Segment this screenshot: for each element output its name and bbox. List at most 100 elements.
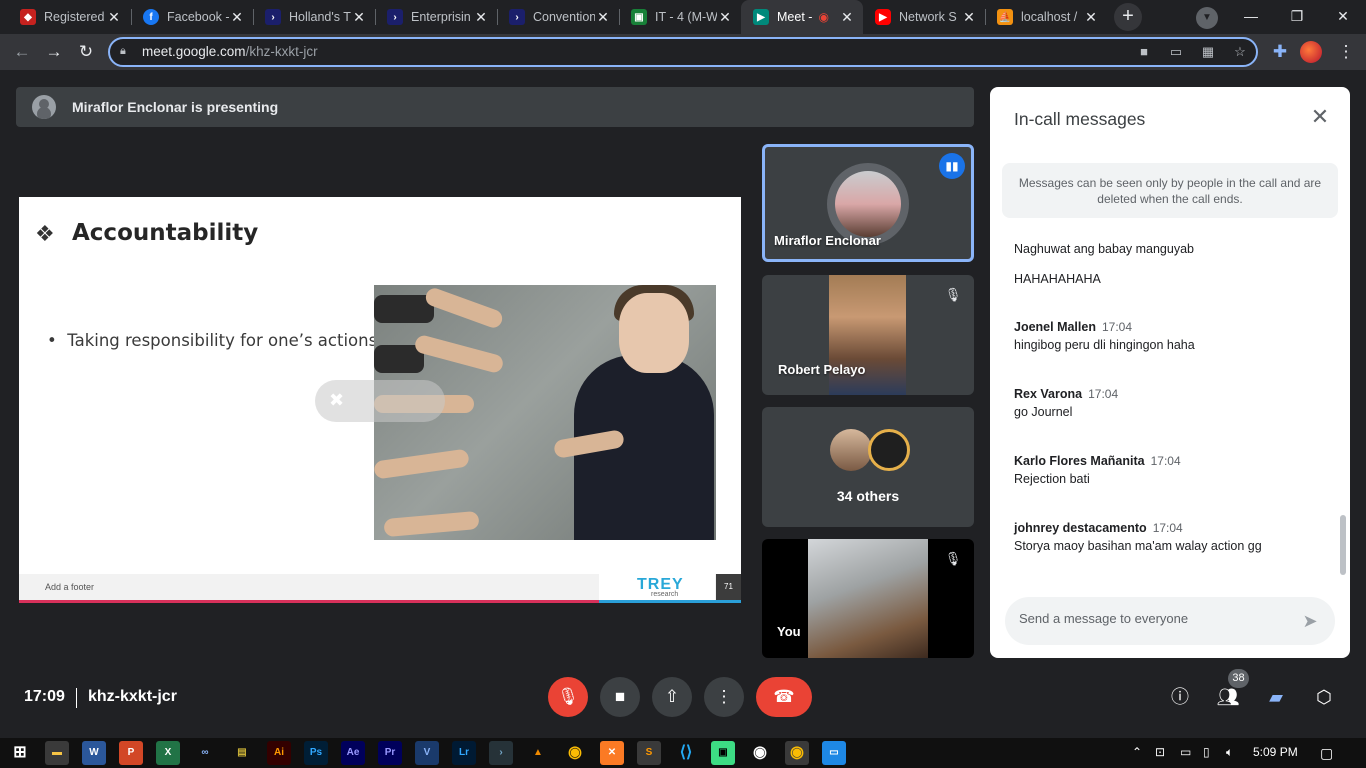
close-icon[interactable]: ✕ xyxy=(839,9,855,26)
slide-page-number: 71 xyxy=(716,574,741,600)
chrome-active-icon[interactable]: ◉ xyxy=(785,741,809,765)
close-icon[interactable]: ✕ xyxy=(961,9,977,26)
premiere-icon[interactable]: Pr xyxy=(378,741,402,765)
lock-icon: 🔒︎ xyxy=(120,45,126,57)
people-count-badge: 38 xyxy=(1228,669,1249,688)
apps-icon[interactable]: ▦ xyxy=(1198,44,1218,62)
profile-avatar[interactable] xyxy=(1300,41,1322,63)
photos-icon[interactable]: ▭ xyxy=(822,741,846,765)
browser-tab[interactable]: ◆ Registered ✕ xyxy=(8,0,130,34)
terminal-icon[interactable]: › xyxy=(489,741,513,765)
mic-off-button[interactable]: 🎙︎ xyxy=(548,677,588,717)
browser-tab[interactable]: › Convention ✕ xyxy=(497,0,619,34)
presentation-controls-overlay[interactable]: ✖ xyxy=(315,380,445,422)
infinity-app-icon[interactable]: ∞ xyxy=(193,741,217,765)
minimize-icon[interactable]: — xyxy=(1228,0,1274,32)
illustrator-icon[interactable]: Ai xyxy=(267,741,291,765)
close-icon[interactable]: ✕ xyxy=(595,9,611,26)
close-icon[interactable]: ✕ xyxy=(351,9,367,26)
tab-search-icon[interactable]: ▼ xyxy=(1196,7,1218,29)
battery-icon[interactable]: ▭ xyxy=(1180,745,1191,759)
moodle-icon: › xyxy=(265,9,281,25)
activities-icon[interactable]: ⬡ xyxy=(1311,684,1337,710)
message-input[interactable] xyxy=(1019,611,1279,626)
address-bar[interactable]: 🔒︎ meet.google.com/khz-kxkt-jcr ■ ▭ ▦ ☆ xyxy=(108,37,1258,67)
cast-icon[interactable]: ▭ xyxy=(1166,44,1186,62)
self-video xyxy=(808,539,928,658)
present-screen-button[interactable]: ⇧ xyxy=(652,677,692,717)
close-icon[interactable]: ✕ xyxy=(717,9,733,26)
file-explorer-icon[interactable]: ▬ xyxy=(45,741,69,765)
chrome-icon[interactable]: ◉ xyxy=(563,741,587,765)
tab-title: Network S xyxy=(899,10,957,24)
browser-tab[interactable]: f Facebook - ✕ xyxy=(131,0,253,34)
unpin-icon[interactable]: ✖ xyxy=(329,390,344,411)
close-icon[interactable]: ✕ xyxy=(1083,9,1099,26)
participant-tile[interactable]: 🎙︎ Robert Pelayo xyxy=(762,275,974,395)
security-icon[interactable]: ⊡ xyxy=(1155,745,1165,759)
after-effects-icon[interactable]: Ae xyxy=(341,741,365,765)
camera-button[interactable]: ■ xyxy=(600,677,640,717)
more-options-button[interactable]: ⋮ xyxy=(704,677,744,717)
network-icon[interactable]: ▯ xyxy=(1203,745,1210,759)
browser-tab[interactable]: ▶ Network S ✕ xyxy=(863,0,985,34)
send-icon[interactable]: ➤ xyxy=(1299,610,1321,632)
participant-video xyxy=(829,275,906,395)
restore-icon[interactable]: ❐ xyxy=(1274,0,1320,32)
word-icon[interactable]: W xyxy=(82,741,106,765)
browser-tab-active[interactable]: ▶ Meet - ◉ ✕ xyxy=(741,0,863,34)
back-icon[interactable]: ← xyxy=(10,40,34,64)
close-window-icon[interactable]: ✕ xyxy=(1320,0,1366,32)
browser-tab[interactable]: › Holland's T ✕ xyxy=(253,0,375,34)
participant-name: Miraflor Enclonar xyxy=(774,233,881,248)
meeting-details-icon[interactable]: ⓘ xyxy=(1167,684,1193,710)
installer-icon[interactable]: ▤ xyxy=(230,741,254,765)
close-icon[interactable]: ✕ xyxy=(473,9,489,26)
participant-tile-others[interactable]: 34 others xyxy=(762,407,974,527)
volume-icon[interactable]: 🔈︎ xyxy=(1226,745,1233,760)
chat-message: Naghuwat ang babay manguyab xyxy=(1014,242,1194,256)
tray-expand-icon[interactable]: ⌃ xyxy=(1132,745,1142,759)
reload-icon[interactable]: ↻ xyxy=(74,40,98,64)
photoshop-icon[interactable]: Ps xyxy=(304,741,328,765)
chat-message: HAHAHAHAHA xyxy=(1014,272,1101,286)
notifications-icon[interactable]: ▢ xyxy=(1320,745,1333,762)
mic-off-icon: 🎙︎ xyxy=(944,551,962,566)
camera-icon[interactable]: ■ xyxy=(1134,44,1154,62)
close-icon[interactable]: ✕ xyxy=(1308,105,1332,129)
xampp-icon[interactable]: ✕ xyxy=(600,741,624,765)
avatar xyxy=(830,429,872,471)
close-icon[interactable]: ✕ xyxy=(106,9,122,26)
sublime-icon[interactable]: S xyxy=(637,741,661,765)
obs-icon[interactable]: ◉ xyxy=(748,741,772,765)
excel-icon[interactable]: X xyxy=(156,741,180,765)
presenting-banner: Miraflor Enclonar is presenting xyxy=(16,87,974,127)
new-tab-button[interactable]: + xyxy=(1114,3,1142,31)
leave-call-button[interactable]: ☎ xyxy=(756,677,812,717)
android-icon[interactable]: ▣ xyxy=(711,741,735,765)
browser-tab[interactable]: ▣ IT - 4 (M-W ✕ xyxy=(619,0,741,34)
scrollbar[interactable] xyxy=(1340,515,1346,575)
participant-tile-self[interactable]: 🎙︎ You xyxy=(762,539,974,658)
tab-title: Registered xyxy=(44,10,105,24)
visio-icon[interactable]: V xyxy=(415,741,439,765)
browser-tab[interactable]: ⛵ localhost / ✕ xyxy=(985,0,1107,34)
lightroom-icon[interactable]: Lr xyxy=(452,741,476,765)
chat-icon[interactable]: ▰ xyxy=(1263,684,1289,710)
taskbar-clock[interactable]: 5:09 PM xyxy=(1253,745,1298,759)
vlc-icon[interactable]: ▲ xyxy=(526,741,550,765)
browser-tab[interactable]: › Enterprisin ✕ xyxy=(375,0,497,34)
menu-icon[interactable]: ⋮ xyxy=(1334,40,1358,64)
avatar xyxy=(868,429,910,471)
close-icon[interactable]: ✕ xyxy=(229,9,245,26)
extensions-icon[interactable]: ✚ xyxy=(1268,40,1292,64)
browser-tab-strip: ◆ Registered ✕ f Facebook - ✕ › Holland'… xyxy=(0,0,1366,34)
bookmark-star-icon[interactable]: ☆ xyxy=(1230,44,1250,62)
participant-tile-speaking[interactable]: ▮▮ Miraflor Enclonar xyxy=(762,144,974,262)
youtube-icon: ▶ xyxy=(875,9,891,25)
forward-icon[interactable]: → xyxy=(42,40,66,64)
classroom-icon: ▣ xyxy=(631,9,647,25)
vscode-icon[interactable]: ⟨⟩ xyxy=(674,741,698,765)
windows-start-icon[interactable]: ⊞ xyxy=(8,741,32,765)
powerpoint-icon[interactable]: P xyxy=(119,741,143,765)
